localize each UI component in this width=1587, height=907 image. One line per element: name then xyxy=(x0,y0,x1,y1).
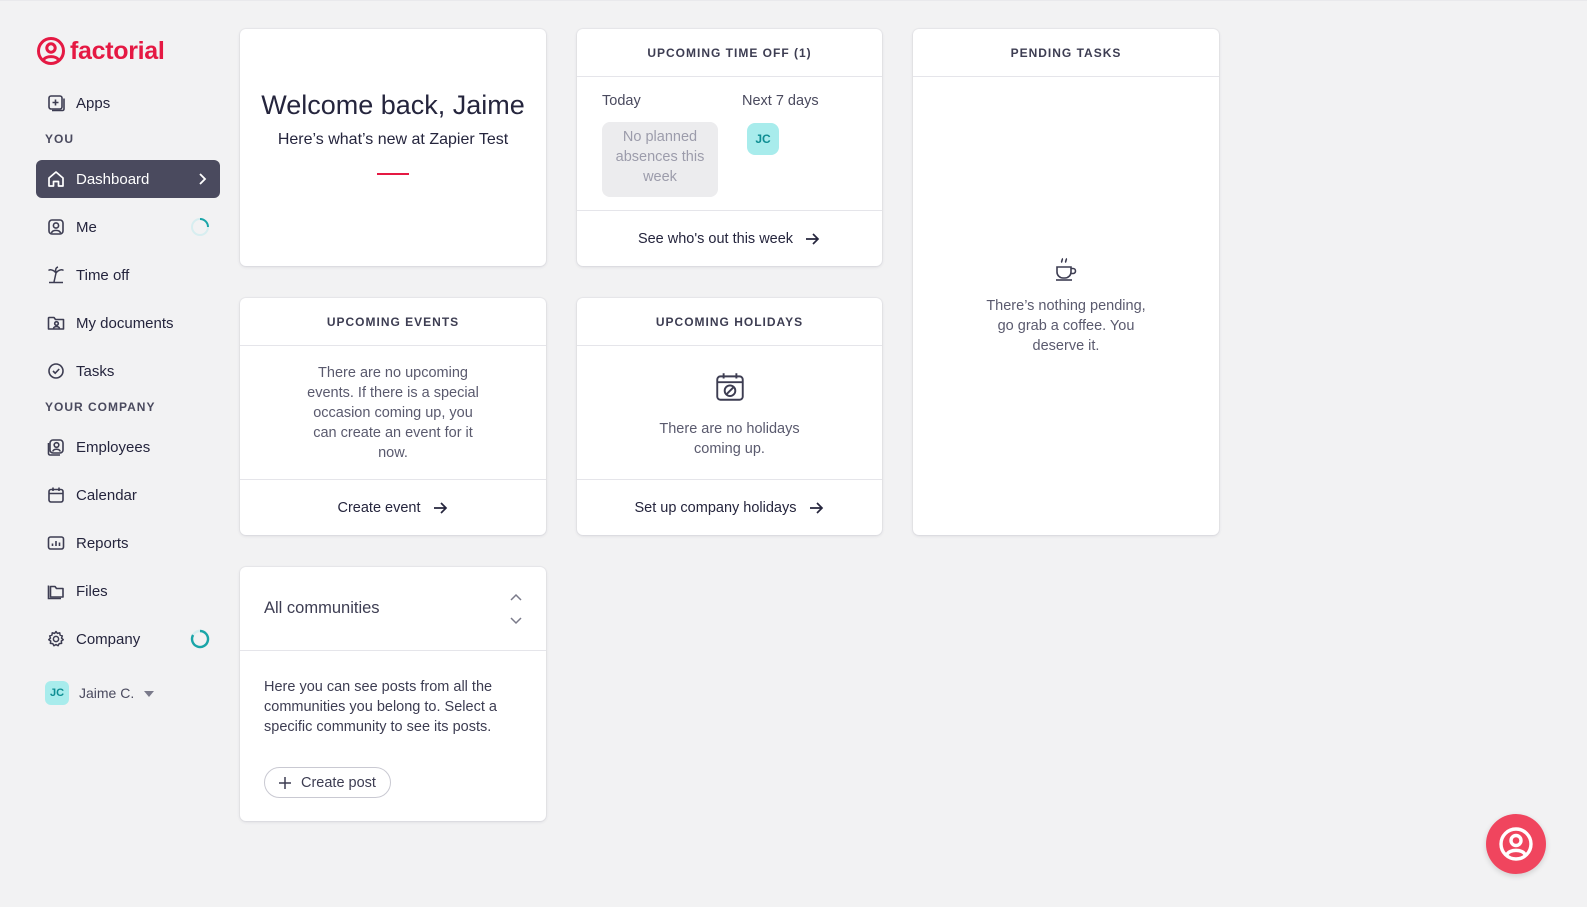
community-selected: All communities xyxy=(264,599,380,617)
gear-icon xyxy=(48,630,64,647)
set-up-holidays-link[interactable]: Set up company holidays xyxy=(577,479,882,535)
accent-divider xyxy=(377,173,409,175)
link-label: Set up company holidays xyxy=(634,499,797,516)
logo[interactable]: factorial xyxy=(36,34,220,68)
button-label: Create post xyxy=(301,774,376,791)
holidays-empty-text: There are no holidays coming up. xyxy=(659,421,800,457)
sidebar-item-label: Time off xyxy=(76,266,130,284)
sidebar-item-label: Files xyxy=(76,582,108,600)
create-post-button[interactable]: Create post xyxy=(264,767,391,798)
sidebar-item-label: Reports xyxy=(76,534,129,552)
factorial-logo-icon xyxy=(37,37,65,65)
welcome-subtitle: Here’s what’s new at Zapier Test xyxy=(277,131,509,148)
upcoming-events-card: UPCOMING EVENTS There are no upcoming ev… xyxy=(240,298,546,535)
sidebar-item-calendar[interactable]: Calendar xyxy=(36,476,220,514)
employees-icon xyxy=(47,439,64,456)
link-label: Create event xyxy=(337,499,421,516)
no-absences-placeholder: No planned absences this week xyxy=(602,122,718,197)
sidebar-item-label: Tasks xyxy=(76,362,115,380)
see-whos-out-link[interactable]: See who's out this week xyxy=(577,210,882,266)
chevron-up-down-icon xyxy=(510,593,522,625)
sidebar-item-label: Me xyxy=(76,218,97,236)
coffee-cup-icon xyxy=(1056,257,1077,281)
events-empty-text: There are no upcoming events. If there i… xyxy=(307,365,479,461)
time-off-body: Today Next 7 days No planned absences th… xyxy=(577,77,882,211)
create-event-link[interactable]: Create event xyxy=(240,479,546,535)
sidebar-item-me[interactable]: Me xyxy=(36,208,220,246)
sidebar-item-time-off[interactable]: Time off xyxy=(36,256,220,294)
card-title: UPCOMING HOLIDAYS xyxy=(577,298,882,346)
palm-tree-icon xyxy=(47,266,65,284)
community-selector[interactable]: All communities xyxy=(240,567,546,651)
sidebar-item-apps[interactable]: Apps xyxy=(36,84,220,122)
pending-empty-text: There’s nothing pending, go grab a coffe… xyxy=(986,298,1146,354)
holidays-empty-state: There are no holidays coming up. xyxy=(577,370,882,459)
factorial-help-icon xyxy=(1499,827,1533,861)
sidebar-item-label: Employees xyxy=(76,438,151,456)
user-menu[interactable]: JC Jaime C. xyxy=(36,678,220,708)
sidebar-item-tasks[interactable]: Tasks xyxy=(36,352,220,390)
avatar: JC xyxy=(45,681,69,705)
calendar-icon xyxy=(48,487,64,503)
upcoming-holidays-card: UPCOMING HOLIDAYS There are no holidays … xyxy=(577,298,882,535)
pending-empty-state: There’s nothing pending, go grab a coffe… xyxy=(913,255,1219,356)
avatar[interactable]: JC xyxy=(747,123,779,155)
chevron-right-icon xyxy=(199,173,207,185)
sidebar-item-my-documents[interactable]: My documents xyxy=(36,304,220,342)
help-chat-button[interactable] xyxy=(1486,814,1546,874)
caret-down-icon xyxy=(144,691,155,697)
folder-user-icon xyxy=(47,316,65,330)
card-title: UPCOMING EVENTS xyxy=(240,298,546,346)
card-title: UPCOMING TIME OFF (1) xyxy=(577,29,882,77)
calendar-off-icon xyxy=(715,373,744,401)
sidebar-item-files[interactable]: Files xyxy=(36,572,220,610)
loading-spinner-icon xyxy=(190,629,210,649)
home-icon xyxy=(48,171,64,187)
section-label-your-company: YOUR COMPANY xyxy=(45,400,156,414)
welcome-title: Welcome back, Jaime xyxy=(261,90,525,120)
brand-name: factorial xyxy=(70,36,165,65)
loading-spinner-icon xyxy=(191,218,209,236)
check-circle-icon xyxy=(48,363,64,379)
arrow-right-icon xyxy=(433,501,447,514)
pending-tasks-card: PENDING TASKS There’s nothing pending, g… xyxy=(913,29,1219,535)
sidebar-item-dashboard[interactable]: Dashboard xyxy=(36,160,220,198)
link-label: See who's out this week xyxy=(637,230,794,247)
user-icon xyxy=(48,219,64,235)
user-name: Jaime C. xyxy=(79,685,135,701)
sidebar-item-employees[interactable]: Employees xyxy=(36,428,220,466)
files-icon xyxy=(47,585,64,600)
card-title: PENDING TASKS xyxy=(913,29,1219,77)
communities-card: All communities Here you can see posts f… xyxy=(240,567,546,821)
sidebar-item-label: Apps xyxy=(76,94,111,112)
sidebar-item-reports[interactable]: Reports xyxy=(36,524,220,562)
welcome-card: Welcome back, Jaime Here’s what’s new at… xyxy=(240,29,546,266)
sidebar-item-label: My documents xyxy=(76,314,174,332)
chart-icon xyxy=(47,536,65,550)
sidebar: factorial Apps YOU Dashboard Me Time off xyxy=(36,34,220,708)
communities-description: Here you can see posts from all the comm… xyxy=(264,679,497,735)
today-label: Today xyxy=(602,93,641,109)
next-7-days-label: Next 7 days xyxy=(742,93,819,109)
arrow-right-icon xyxy=(809,501,823,514)
sidebar-item-label: Calendar xyxy=(76,486,137,504)
upcoming-time-off-card: UPCOMING TIME OFF (1) Today Next 7 days … xyxy=(577,29,882,266)
arrow-right-icon xyxy=(806,232,820,245)
section-label-you: YOU xyxy=(45,132,75,146)
sidebar-item-label: Company xyxy=(76,630,141,648)
top-border xyxy=(0,0,1587,1)
sidebar-item-label: Dashboard xyxy=(76,170,150,188)
plus-icon xyxy=(279,776,291,789)
apps-icon xyxy=(48,95,65,112)
sidebar-item-company[interactable]: Company xyxy=(36,620,220,658)
